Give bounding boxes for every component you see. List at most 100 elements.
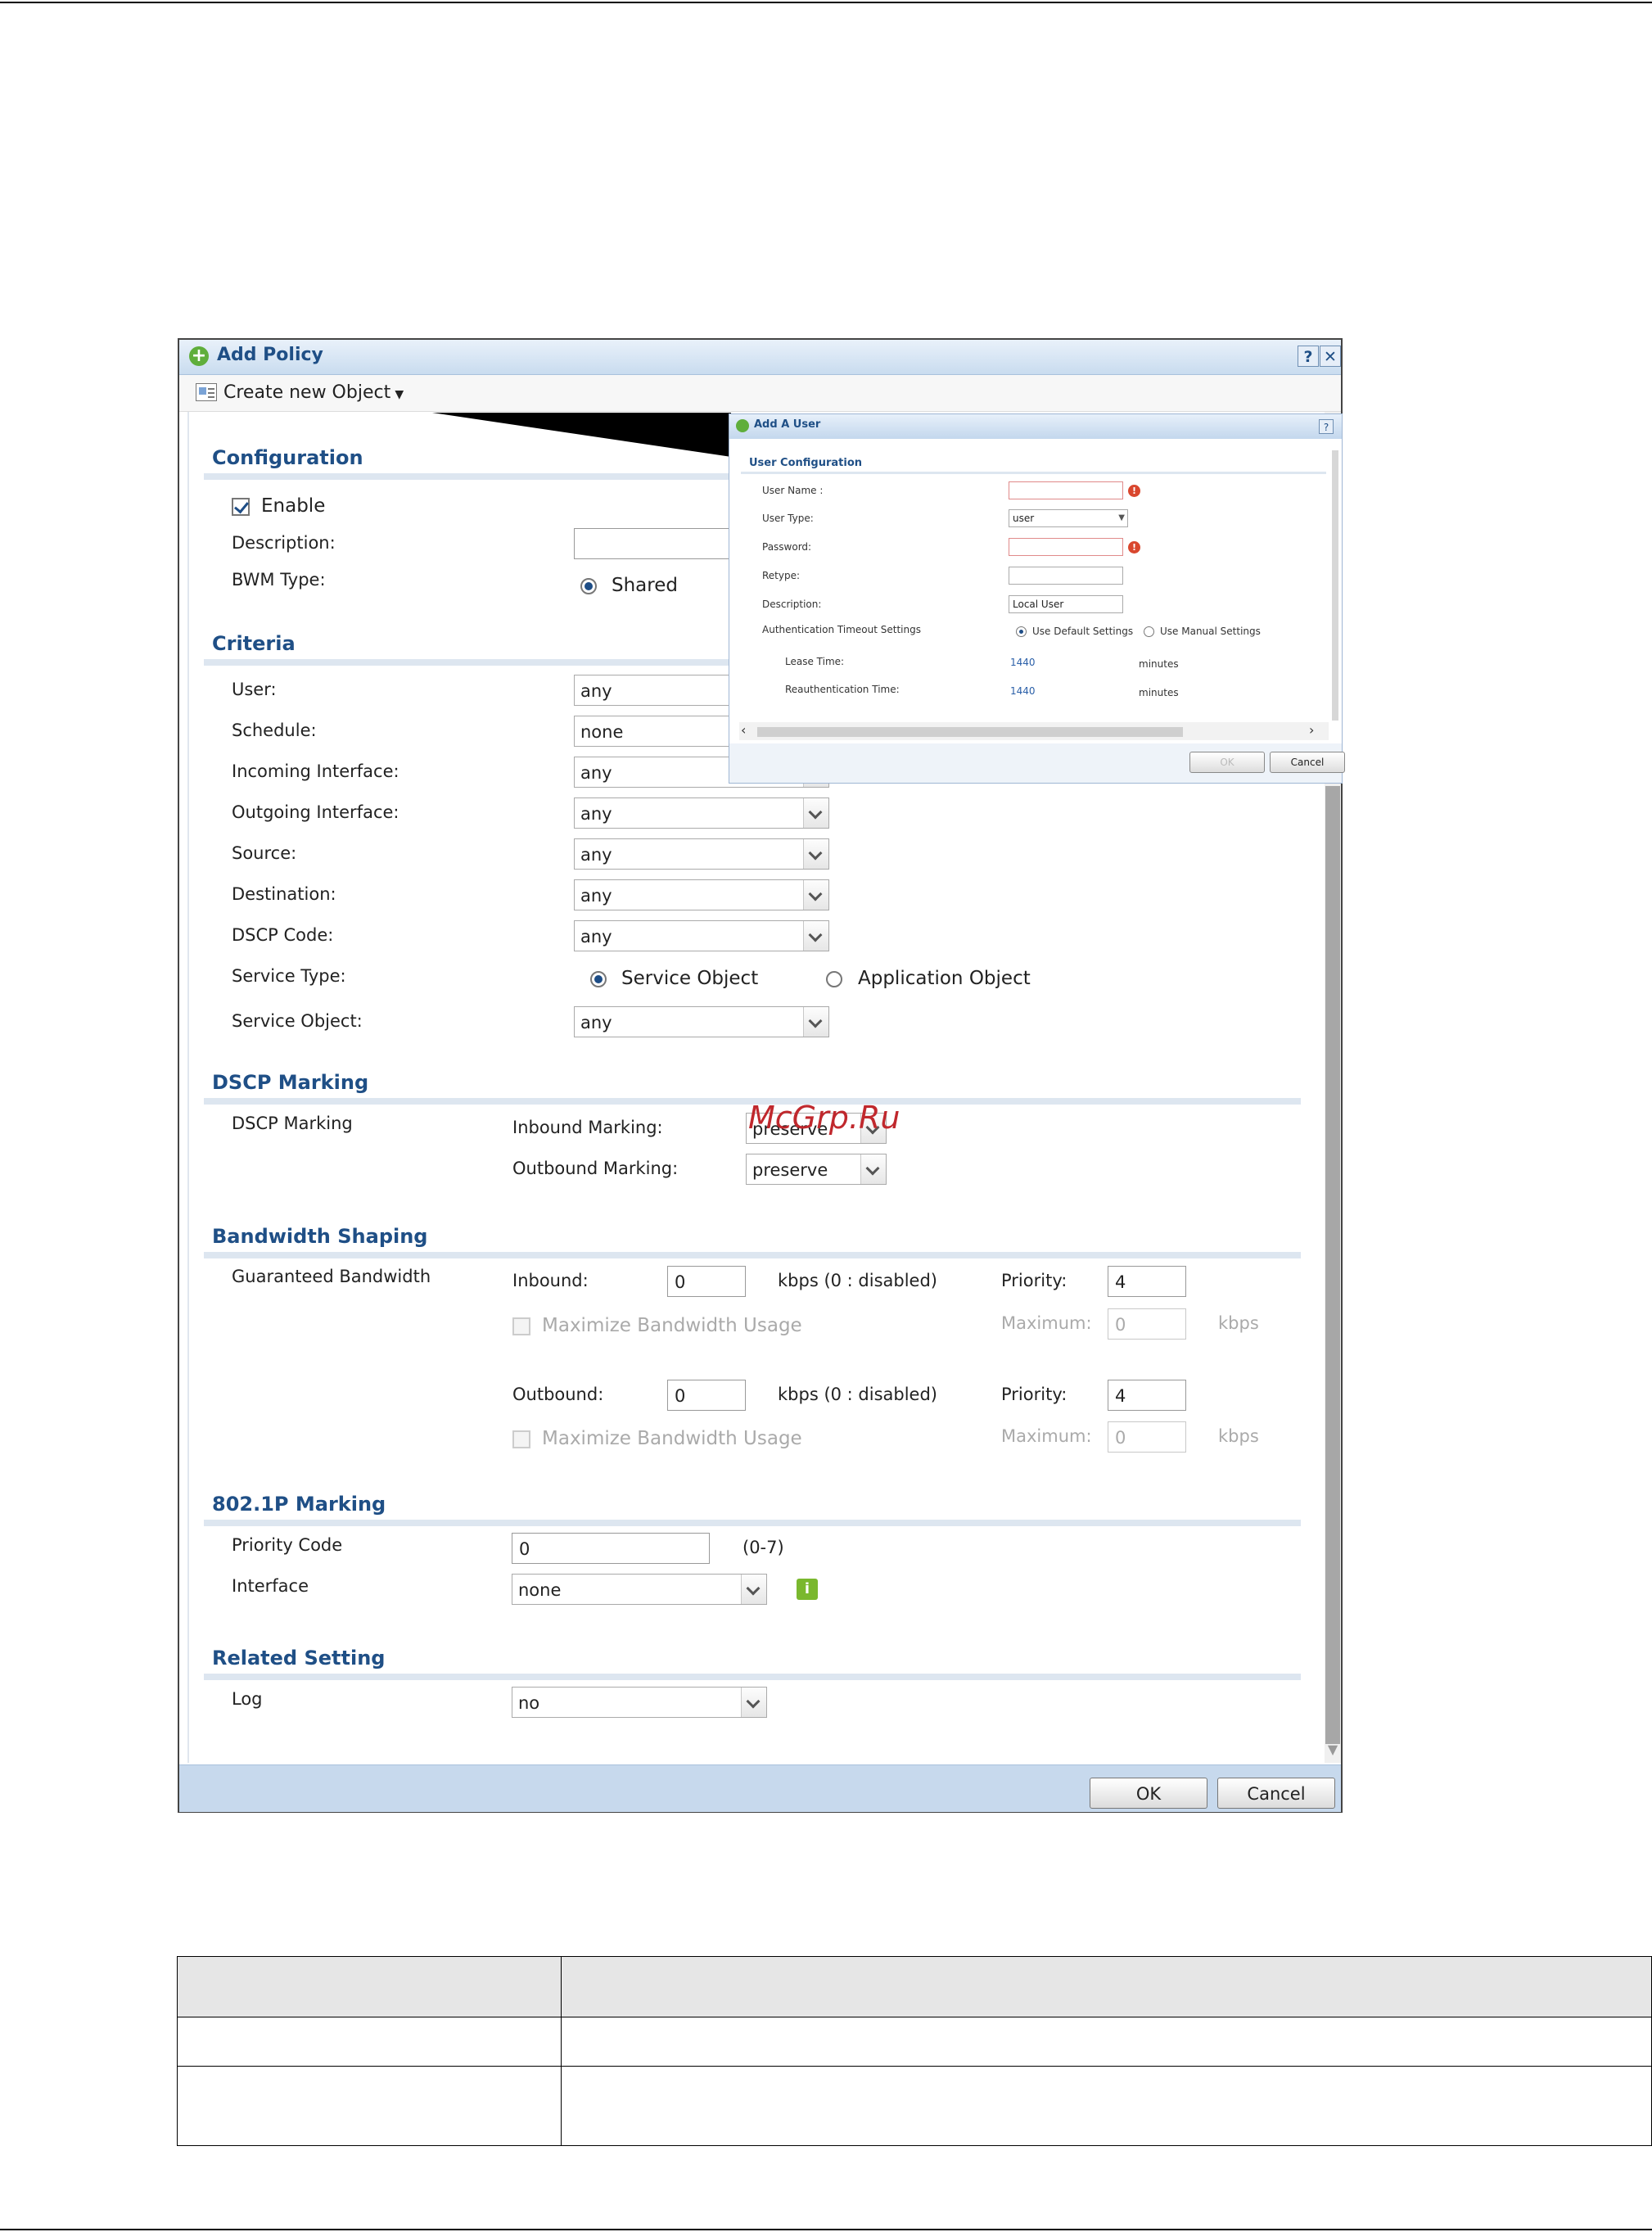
outbound-maximum-unit: kbps	[1218, 1426, 1259, 1446]
scroll-down-arrow-icon[interactable]: ▼	[1325, 1738, 1341, 1761]
table-header-cell	[561, 1956, 1652, 2017]
section-rule	[204, 1520, 1301, 1526]
interface-select[interactable]: none	[512, 1574, 767, 1605]
inbound-bandwidth-input[interactable]: 0	[667, 1266, 746, 1297]
add-user-cancel-button[interactable]: Cancel	[1270, 752, 1345, 773]
page-top-rule	[0, 2, 1652, 3]
inbound-maximum-input[interactable]: 0	[1108, 1308, 1186, 1340]
chevron-down-icon	[803, 921, 828, 951]
outgoing-interface-select[interactable]: any	[574, 797, 829, 829]
outbound-maximum-input[interactable]: 0	[1108, 1421, 1186, 1453]
add-user-help-button[interactable]: ?	[1319, 419, 1334, 434]
bwm-type-shared-label: Shared	[612, 575, 678, 596]
enable-checkbox[interactable]	[232, 498, 250, 516]
schedule-label: Schedule:	[232, 721, 317, 740]
warning-icon: !	[1128, 485, 1140, 497]
user-description-label: Description:	[762, 599, 822, 610]
outbound-maximize-checkbox[interactable]	[512, 1430, 530, 1448]
description-input[interactable]	[574, 528, 738, 559]
scroll-right-icon[interactable]: ›	[1309, 722, 1314, 738]
log-select-value: no	[518, 1693, 540, 1713]
outbound-marking-value: preserve	[752, 1160, 828, 1180]
info-icon[interactable]: i	[797, 1579, 818, 1600]
dialog-toolbar: Create new Object ▼	[179, 375, 1341, 412]
section-configuration: Configuration	[212, 446, 363, 469]
close-button[interactable]: ✕	[1320, 346, 1341, 367]
inbound-priority-input[interactable]: 4	[1108, 1266, 1186, 1297]
interface-label: Interface	[232, 1576, 309, 1596]
application-object-radio[interactable]	[826, 971, 842, 987]
use-default-label: Use Default Settings	[1032, 626, 1134, 637]
outbound-bandwidth-input[interactable]: 0	[667, 1380, 746, 1411]
service-object-radio[interactable]	[590, 971, 607, 987]
use-manual-radio[interactable]	[1144, 626, 1154, 637]
section-rule	[204, 1674, 1301, 1680]
user-type-label: User Type:	[762, 513, 814, 524]
inbound-maximum-label: Maximum:	[1001, 1313, 1092, 1333]
inbound-maximize-checkbox[interactable]	[512, 1317, 530, 1335]
outbound-maximum-label: Maximum:	[1001, 1426, 1092, 1446]
service-object-select[interactable]: any	[574, 1006, 829, 1037]
outbound-marking-select[interactable]: preserve	[746, 1154, 887, 1185]
service-object-label: Service Object:	[232, 1011, 363, 1031]
lease-time-unit: minutes	[1139, 658, 1179, 670]
section-related-setting: Related Setting	[212, 1647, 386, 1669]
reauth-time-unit: minutes	[1139, 687, 1179, 698]
outgoing-interface-label: Outgoing Interface:	[232, 802, 399, 822]
watermark-text: McGrp.Ru	[748, 1100, 900, 1136]
priority-code-input[interactable]: 0	[512, 1533, 710, 1564]
dialog-titlebar: + Add Policy ? ✕	[179, 340, 1341, 375]
bwm-type-shared-radio[interactable]	[580, 578, 597, 594]
sub-vertical-scrollbar[interactable]	[1332, 450, 1338, 721]
user-name-input[interactable]	[1009, 481, 1123, 499]
service-type-label: Service Type:	[232, 966, 346, 986]
schedule-select-value: none	[580, 722, 624, 742]
inbound-maximize-label: Maximize Bandwidth Usage	[542, 1315, 802, 1336]
password-input[interactable]	[1009, 538, 1123, 556]
user-label: User:	[232, 680, 277, 699]
user-type-select[interactable]: user ▼	[1009, 509, 1128, 527]
outbound-priority-input[interactable]: 4	[1108, 1380, 1186, 1411]
user-type-value: user	[1013, 513, 1035, 524]
add-user-ok-button[interactable]: OK	[1189, 752, 1265, 773]
inbound-maximum-unit: kbps	[1218, 1313, 1259, 1333]
section-8021p-marking: 802.1P Marking	[212, 1493, 386, 1516]
caret-down-icon: ▼	[395, 388, 404, 401]
create-new-object-label: Create new Object	[223, 382, 391, 403]
help-button[interactable]: ?	[1298, 346, 1319, 367]
section-criteria: Criteria	[212, 632, 296, 655]
outgoing-interface-value: any	[580, 804, 612, 824]
cancel-button[interactable]: Cancel	[1217, 1778, 1335, 1809]
inbound-marking-label: Inbound Marking:	[512, 1118, 663, 1137]
scrollbar-thumb[interactable]	[1325, 786, 1340, 1744]
ok-button[interactable]: OK	[1090, 1778, 1207, 1809]
add-user-titlebar: Add A User ?	[729, 414, 1342, 439]
dialog-title: Add Policy	[217, 345, 323, 365]
chevron-down-icon	[803, 798, 828, 828]
table-cell	[561, 2017, 1652, 2067]
retype-input[interactable]	[1009, 567, 1123, 585]
reauth-time-label: Reauthentication Time:	[785, 684, 900, 695]
create-new-object-menu[interactable]: Create new Object ▼	[223, 382, 404, 403]
destination-select[interactable]: any	[574, 879, 829, 910]
dscp-code-select[interactable]: any	[574, 920, 829, 951]
lease-time-value: 1440	[1010, 657, 1036, 668]
retype-label: Retype:	[762, 570, 801, 581]
outbound-label: Outbound:	[512, 1385, 604, 1404]
user-description-input[interactable]: Local User	[1009, 595, 1123, 613]
source-select-value: any	[580, 845, 612, 865]
use-default-radio[interactable]	[1016, 626, 1027, 637]
bwm-type-label: BWM Type:	[232, 570, 326, 590]
table-cell	[561, 2066, 1652, 2146]
reauth-time-value: 1440	[1010, 685, 1036, 697]
guaranteed-bandwidth-label: Guaranteed Bandwidth	[232, 1267, 431, 1286]
dialog-footer: OK Cancel	[179, 1764, 1341, 1812]
source-select[interactable]: any	[574, 838, 829, 870]
sub-scrollbar-thumb[interactable]	[757, 727, 1183, 737]
user-select-value: any	[580, 681, 612, 701]
scroll-left-icon[interactable]: ‹	[741, 722, 746, 738]
add-icon	[736, 419, 749, 432]
log-select[interactable]: no	[512, 1687, 767, 1718]
incoming-interface-label: Incoming Interface:	[232, 761, 399, 781]
chevron-down-icon	[803, 1007, 828, 1037]
